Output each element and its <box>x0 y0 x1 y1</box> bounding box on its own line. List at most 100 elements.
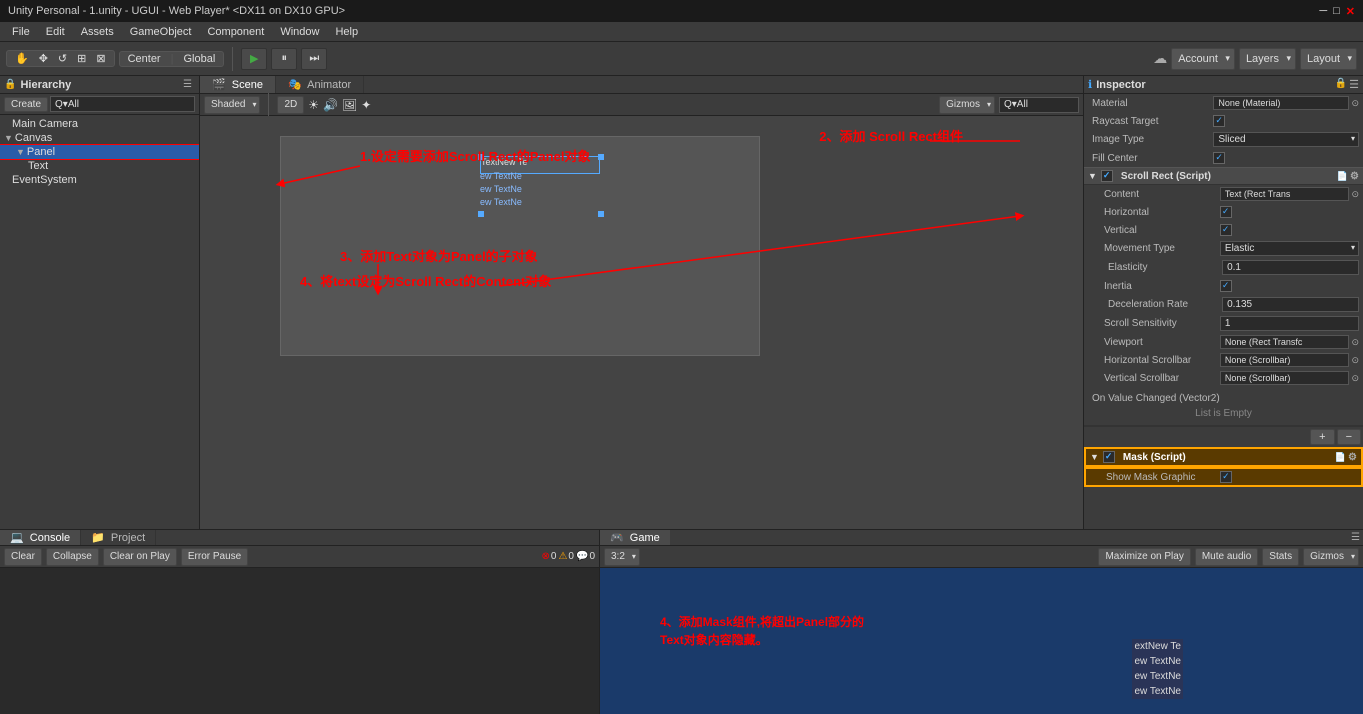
move-tool[interactable]: ✥ <box>35 52 52 65</box>
scroll-sens-value[interactable]: 1 <box>1220 316 1359 331</box>
decel-value[interactable]: 0.135 <box>1222 297 1359 312</box>
center-toggle[interactable]: Center <box>124 53 165 65</box>
shaded-dropdown[interactable]: Shaded <box>204 96 260 114</box>
console-tabs: 💻 Console 📁 Project <box>0 530 599 546</box>
scroll-rect-header[interactable]: ▼ Scroll Rect (Script) 📄 ⚙ <box>1084 167 1363 185</box>
maximize-btn[interactable]: □ <box>1333 5 1340 18</box>
menu-gameobject[interactable]: GameObject <box>122 24 200 40</box>
show-mask-checkbox[interactable] <box>1220 471 1232 483</box>
rotate-tool[interactable]: ↺ <box>54 52 71 65</box>
inspector-lock-icon[interactable]: 🔒 <box>1335 78 1347 91</box>
global-toggle[interactable]: Global <box>179 53 219 65</box>
console-icons: ⊗ 0 ⚠ 0 💬 0 <box>542 551 596 562</box>
close-btn[interactable]: ✕ <box>1346 5 1355 18</box>
hier-eventsystem[interactable]: EventSystem <box>0 173 199 187</box>
maximize-on-play-btn[interactable]: Maximize on Play <box>1098 548 1190 566</box>
2d-toggle[interactable]: 2D <box>277 96 304 114</box>
inspector-menu-icon[interactable]: ☰ <box>1349 78 1359 91</box>
scene-text-obj: TextNew Te <box>480 156 600 174</box>
clear-on-play-btn[interactable]: Clear on Play <box>103 548 177 566</box>
add-event-btn[interactable]: + <box>1310 429 1334 445</box>
movement-dropdown[interactable]: Elastic <box>1220 241 1359 256</box>
movement-label: Movement Type <box>1088 243 1220 254</box>
scroll-rect-enable[interactable] <box>1101 170 1113 182</box>
collapse-btn[interactable]: Collapse <box>46 548 99 566</box>
cloud-icon[interactable]: ☁ <box>1153 50 1167 67</box>
scene-tab[interactable]: 🎬 Scene <box>200 76 276 93</box>
menu-assets[interactable]: Assets <box>73 24 122 40</box>
toolbar: ✋ ✥ ↺ ⊞ ⊠ Center | Global ▶ ⏸ ⏭ ☁ Accoun… <box>0 42 1363 76</box>
image-icon[interactable]: 🖼 <box>342 98 357 112</box>
hier-canvas[interactable]: ▼ Canvas <box>0 131 199 145</box>
console-toolbar: Clear Collapse Clear on Play Error Pause… <box>0 546 599 568</box>
hierarchy-create-btn[interactable]: Create <box>4 97 48 112</box>
viewport-select-icon[interactable]: ⊙ <box>1351 337 1359 348</box>
gizmos-dropdown[interactable]: Gizmos <box>939 96 995 114</box>
scroll-rect-script-icon: 📄 <box>1337 171 1348 182</box>
v-scrollbar-value: None (Scrollbar) <box>1220 371 1350 385</box>
audio-icon[interactable]: 🔊 <box>323 98 338 112</box>
mute-audio-btn[interactable]: Mute audio <box>1195 548 1258 566</box>
clear-btn[interactable]: Clear <box>4 548 42 566</box>
console-icon: 💻 <box>10 532 24 544</box>
stats-btn[interactable]: Stats <box>1262 548 1299 566</box>
hier-main-camera[interactable]: Main Camera <box>0 117 199 131</box>
game-gizmos-dropdown[interactable]: Gizmos <box>1303 548 1359 566</box>
scale-tool[interactable]: ⊞ <box>73 52 90 65</box>
fill-center-value <box>1213 152 1359 164</box>
error-pause-btn[interactable]: Error Pause <box>181 548 248 566</box>
text-label: Text <box>28 160 48 172</box>
menu-edit[interactable]: Edit <box>38 24 73 40</box>
error-count: ⊗ 0 <box>542 551 557 562</box>
effects-icon[interactable]: ✦ <box>361 98 371 112</box>
console-tab[interactable]: 💻 Console <box>0 530 81 545</box>
menu-file[interactable]: File <box>4 24 38 40</box>
scene-view[interactable]: TextNew Te ew TextNe ew TextNe ew TextNe… <box>200 116 1083 529</box>
light-icon[interactable]: ☀ <box>308 98 319 112</box>
content-select-icon[interactable]: ⊙ <box>1351 189 1359 200</box>
vertical-checkbox[interactable] <box>1220 224 1232 236</box>
scroll-rect-gear-icon[interactable]: ⚙ <box>1350 171 1359 182</box>
account-dropdown[interactable]: Account <box>1171 48 1235 70</box>
layers-dropdown[interactable]: Layers <box>1239 48 1296 70</box>
raycast-checkbox[interactable] <box>1213 115 1225 127</box>
image-type-label: Image Type <box>1088 134 1213 145</box>
layout-dropdown[interactable]: Layout <box>1300 48 1357 70</box>
h-scrollbar-select-icon[interactable]: ⊙ <box>1351 355 1359 366</box>
hier-panel[interactable]: ▼ Panel <box>0 145 199 159</box>
hier-text[interactable]: Text <box>0 159 199 173</box>
mask-header[interactable]: ▼ Mask (Script) 📄 ⚙ <box>1084 447 1363 467</box>
game-menu-icon[interactable]: ☰ <box>1348 531 1363 544</box>
hierarchy-menu-icon[interactable]: ☰ <box>180 78 195 91</box>
pause-button[interactable]: ⏸ <box>271 48 297 70</box>
inertia-checkbox[interactable] <box>1220 280 1232 292</box>
image-type-dropdown[interactable]: Sliced <box>1213 132 1359 147</box>
remove-event-btn[interactable]: − <box>1337 429 1361 445</box>
elasticity-value[interactable]: 0.1 <box>1222 260 1359 275</box>
horizontal-row: Horizontal <box>1084 203 1363 221</box>
step-button[interactable]: ⏭ <box>301 48 327 70</box>
mask-arrow: ▼ <box>1090 452 1099 462</box>
titlebar: Unity Personal - 1.unity - UGUI - Web Pl… <box>0 0 1363 22</box>
animator-tab[interactable]: 🎭 Animator <box>276 76 364 93</box>
rect-tool[interactable]: ⊠ <box>92 52 109 65</box>
project-tab[interactable]: 📁 Project <box>81 530 156 545</box>
material-select-icon[interactable]: ⊙ <box>1351 98 1359 109</box>
hierarchy-search-input[interactable] <box>50 96 195 112</box>
horizontal-checkbox[interactable] <box>1220 206 1232 218</box>
inertia-label: Inertia <box>1088 281 1220 292</box>
scene-search-input[interactable] <box>999 97 1079 113</box>
mask-enable[interactable] <box>1103 451 1115 463</box>
menu-component[interactable]: Component <box>199 24 272 40</box>
mask-gear-icon[interactable]: ⚙ <box>1348 452 1357 463</box>
hand-tool[interactable]: ✋ <box>11 52 33 65</box>
ratio-dropdown[interactable]: 3:2 <box>604 548 640 566</box>
fill-center-checkbox[interactable] <box>1213 152 1225 164</box>
minimize-btn[interactable]: ─ <box>1319 5 1327 18</box>
menu-help[interactable]: Help <box>327 24 366 40</box>
v-scrollbar-select-icon[interactable]: ⊙ <box>1351 373 1359 384</box>
handle-br <box>598 211 604 217</box>
game-tab[interactable]: 🎮 Game <box>600 530 670 545</box>
menu-window[interactable]: Window <box>272 24 327 40</box>
play-button[interactable]: ▶ <box>241 48 267 70</box>
